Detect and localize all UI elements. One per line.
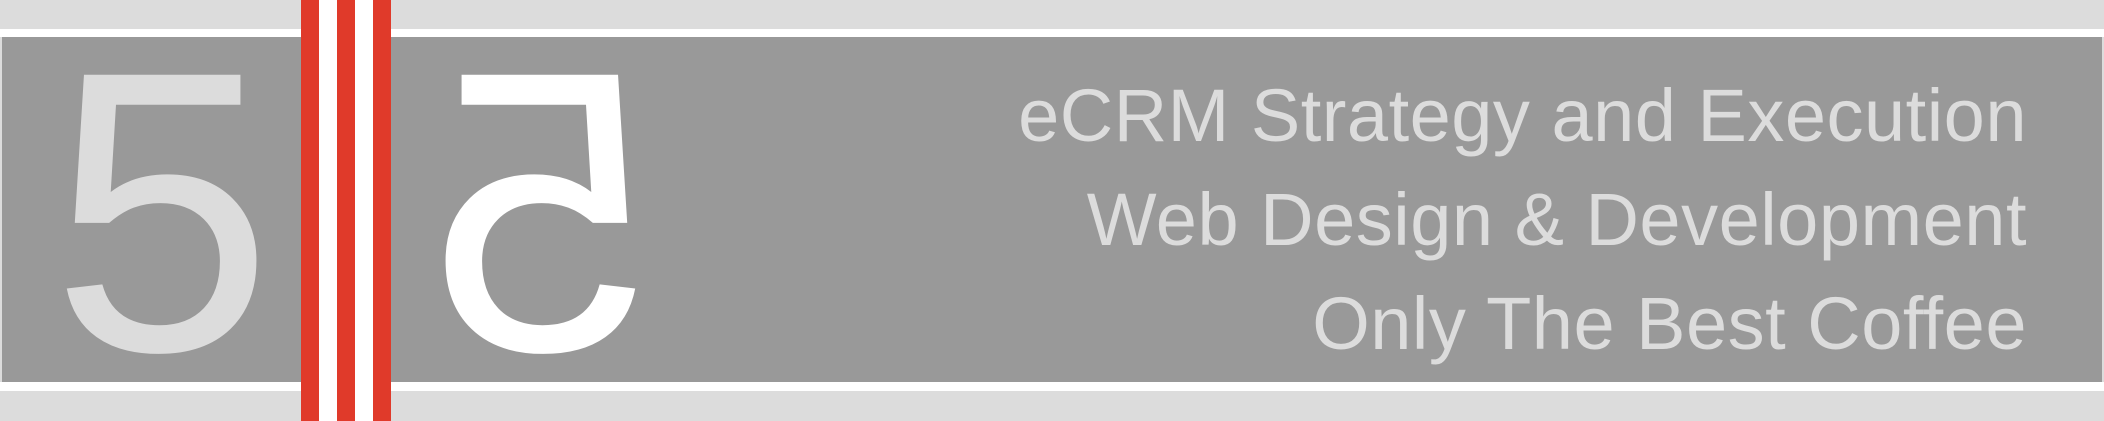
tagline-web-design: Web Design & Development	[1086, 178, 2027, 261]
red-stripe	[337, 0, 355, 421]
stripe-bar	[301, 0, 391, 421]
white-mirrored-five-logo: 5	[430, 40, 650, 360]
white-stripe	[319, 0, 337, 421]
white-mirrored-five-glyph: 5	[430, 40, 650, 360]
red-stripe	[373, 0, 391, 421]
red-stripe	[301, 0, 319, 421]
tagline-coffee: Only The Best Coffee	[1312, 282, 2027, 365]
tagline-ecrm: eCRM Strategy and Execution	[1018, 74, 2027, 157]
tagline-block: eCRM Strategy and Execution Web Design &…	[877, 64, 2027, 376]
grey-five-glyph: 5	[52, 40, 272, 360]
white-stripe	[355, 0, 373, 421]
grey-five-logo: 5	[52, 40, 272, 360]
